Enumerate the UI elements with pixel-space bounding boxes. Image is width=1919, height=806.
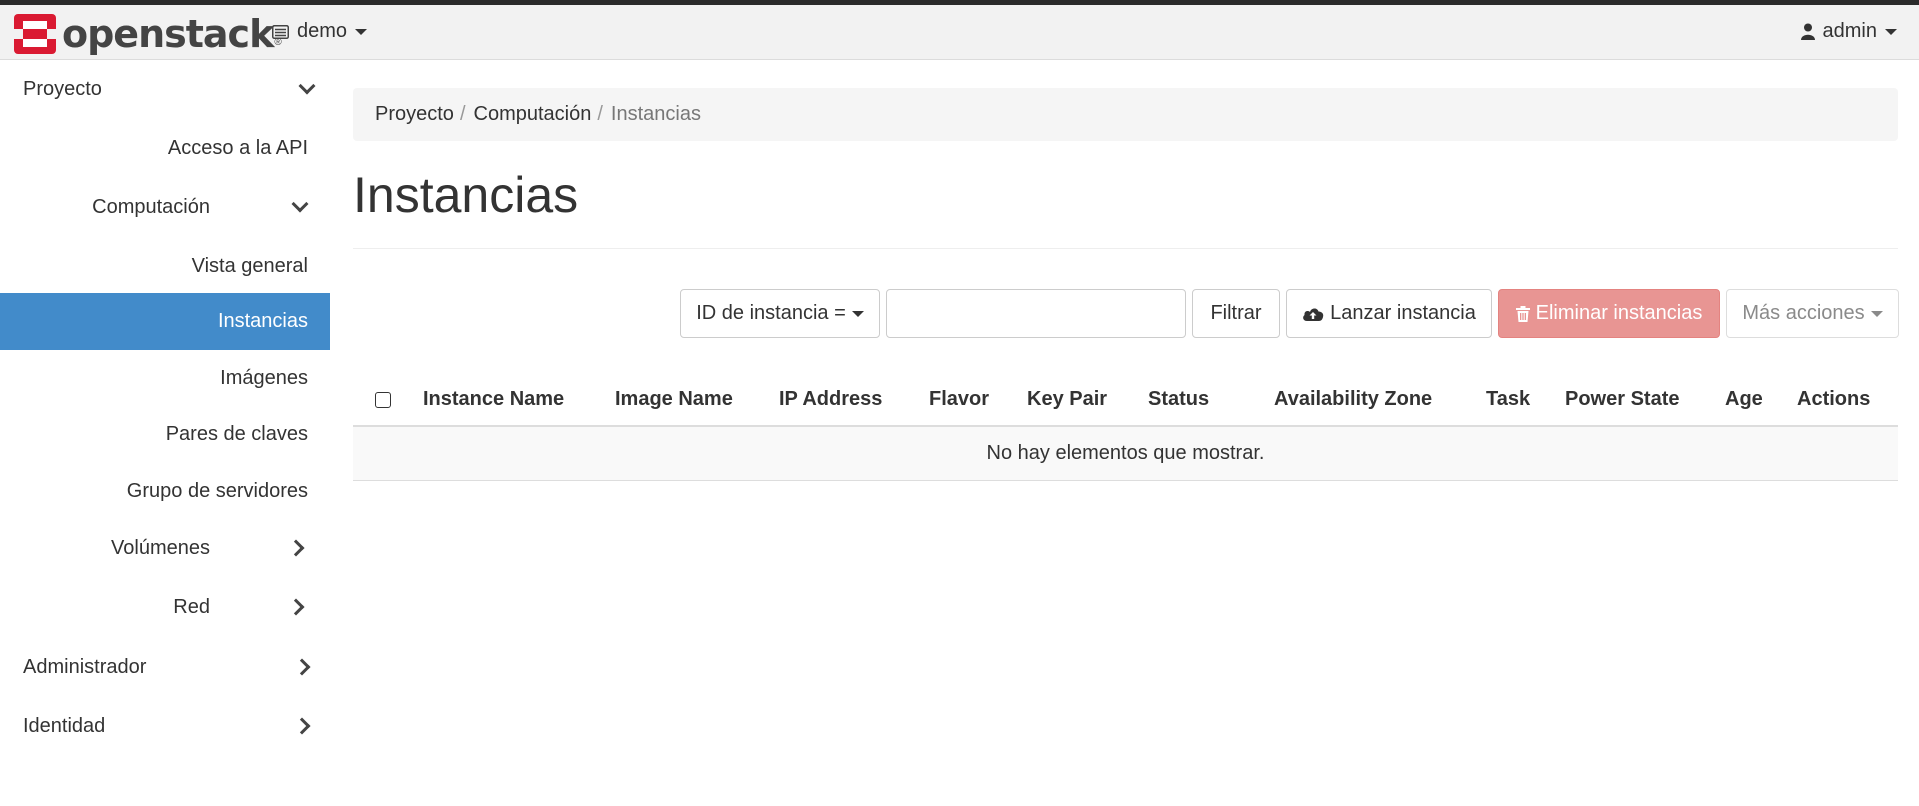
project-list-icon bbox=[272, 24, 289, 39]
filter-button[interactable]: Filtrar bbox=[1192, 289, 1280, 338]
column-header[interactable]: Flavor bbox=[929, 374, 1027, 427]
sidebar-item-images[interactable]: Imágenes bbox=[220, 350, 308, 406]
column-header[interactable]: Availability Zone bbox=[1274, 374, 1486, 427]
sidebar-item-computacion[interactable]: Computación bbox=[0, 178, 330, 236]
breadcrumb-item-computacion[interactable]: Computación bbox=[474, 103, 592, 126]
filter-field-dropdown[interactable]: ID de instancia = bbox=[680, 289, 880, 338]
select-all-checkbox[interactable] bbox=[375, 391, 391, 408]
cloud-upload-icon bbox=[1303, 308, 1324, 321]
breadcrumb-separator: / bbox=[597, 103, 603, 125]
sidebar-item-server-groups[interactable]: Grupo de servidores bbox=[127, 463, 308, 519]
sidebar-item-label: Proyecto bbox=[23, 77, 102, 100]
sidebar-item-label: Computación bbox=[92, 195, 210, 218]
sidebar-item-label: Instancias bbox=[217, 310, 308, 332]
top-navbar: openstack ® demo admin bbox=[0, 0, 1919, 60]
project-name: demo bbox=[297, 20, 348, 42]
caret-down-icon bbox=[1870, 310, 1883, 317]
empty-table-message: No hay elementos que mostrar. bbox=[353, 426, 1898, 481]
chevron-right-icon bbox=[293, 658, 311, 676]
sidebar-item-label: Identidad bbox=[23, 714, 106, 737]
sidebar-item-label: Vista general bbox=[191, 254, 308, 277]
filter-input[interactable] bbox=[886, 289, 1186, 338]
launch-instance-label: Lanzar instancia bbox=[1330, 302, 1476, 324]
delete-instances-button[interactable]: Eliminar instancias bbox=[1498, 289, 1720, 338]
sidebar-item-label: Administrador bbox=[23, 655, 147, 678]
caret-down-icon bbox=[1885, 28, 1897, 35]
column-header[interactable]: Age bbox=[1725, 374, 1797, 427]
sidebar-item-identity[interactable]: Identidad bbox=[23, 697, 313, 755]
chevron-right-icon bbox=[293, 717, 311, 735]
sidebar-item-volumes[interactable]: Volúmenes bbox=[0, 519, 330, 577]
sidebar-item-instances[interactable]: Instancias bbox=[0, 293, 330, 350]
sidebar-item-label: Acceso a la API bbox=[167, 136, 308, 159]
sidebar-item-admin[interactable]: Administrador bbox=[23, 638, 313, 696]
user-menu[interactable]: admin bbox=[1800, 20, 1897, 43]
sidebar-item-key-pairs[interactable]: Pares de claves bbox=[166, 406, 308, 462]
page-title: Instancias bbox=[353, 167, 579, 223]
breadcrumb: Proyecto / Computación / Instancias bbox=[353, 88, 1898, 141]
column-header[interactable]: Power State bbox=[1565, 374, 1725, 427]
divider bbox=[353, 248, 1898, 249]
caret-down-icon bbox=[851, 310, 864, 317]
sidebar-item-proyecto[interactable]: Proyecto bbox=[23, 60, 316, 118]
trash-icon bbox=[1515, 305, 1530, 322]
column-header[interactable]: Task bbox=[1486, 374, 1565, 427]
chevron-right-icon bbox=[287, 598, 305, 616]
breadcrumb-item-proyecto[interactable]: Proyecto bbox=[375, 103, 454, 126]
brand-name: openstack bbox=[62, 12, 274, 56]
chevron-down-icon bbox=[298, 77, 316, 95]
project-switcher[interactable]: demo bbox=[272, 20, 368, 43]
caret-down-icon bbox=[355, 28, 368, 35]
breadcrumb-item-current: Instancias bbox=[610, 103, 701, 125]
more-actions-label: Más acciones bbox=[1742, 302, 1865, 324]
sidebar-item-label: Volúmenes bbox=[111, 536, 210, 559]
select-all-column bbox=[353, 374, 423, 427]
column-header[interactable]: Key Pair bbox=[1027, 374, 1148, 427]
table-row: No hay elementos que mostrar. bbox=[353, 426, 1898, 481]
sidebar-item-label: Imágenes bbox=[220, 366, 308, 389]
openstack-logo-icon bbox=[14, 14, 56, 54]
column-header[interactable]: Status bbox=[1148, 374, 1274, 427]
sidebar-item-label: Pares de claves bbox=[165, 422, 308, 445]
openstack-logo[interactable]: openstack ® bbox=[14, 14, 282, 54]
table-header-row: Instance Name Image Name IP Address Flav… bbox=[353, 374, 1898, 427]
launch-instance-button[interactable]: Lanzar instancia bbox=[1286, 289, 1492, 338]
filter-field-label: ID de instancia = bbox=[696, 302, 846, 324]
user-icon bbox=[1800, 23, 1815, 40]
sidebar-item-network[interactable]: Red bbox=[0, 578, 330, 636]
column-header: Actions bbox=[1797, 374, 1898, 427]
column-header[interactable]: Instance Name bbox=[423, 374, 615, 427]
sidebar-item-label: Red bbox=[173, 595, 210, 618]
user-name: admin bbox=[1822, 20, 1877, 42]
sidebar-item-api-access[interactable]: Acceso a la API bbox=[168, 120, 308, 176]
chevron-down-icon bbox=[291, 195, 309, 213]
sidebar-item-overview[interactable]: Vista general bbox=[192, 238, 308, 294]
filter-button-label: Filtrar bbox=[1210, 302, 1262, 324]
chevron-right-icon bbox=[287, 539, 305, 557]
sidebar-item-label: Grupo de servidores bbox=[126, 479, 308, 502]
instances-table: Instance Name Image Name IP Address Flav… bbox=[353, 374, 1898, 481]
column-header[interactable]: IP Address bbox=[779, 374, 929, 427]
sidebar-nav: Proyecto Acceso a la API Computación Vis… bbox=[0, 60, 330, 806]
breadcrumb-separator: / bbox=[459, 103, 466, 125]
delete-instances-label: Eliminar instancias bbox=[1535, 302, 1703, 324]
more-actions-dropdown[interactable]: Más acciones bbox=[1726, 289, 1899, 338]
column-header[interactable]: Image Name bbox=[615, 374, 779, 427]
